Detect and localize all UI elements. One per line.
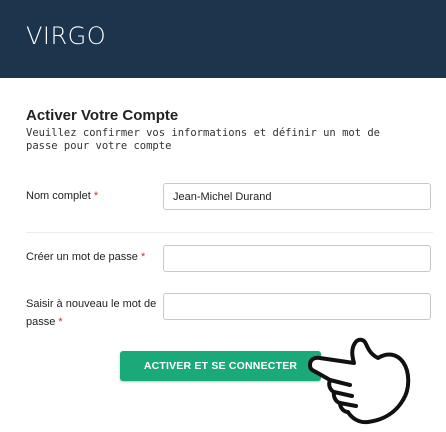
section-divider (26, 232, 433, 233)
required-marker: * (58, 316, 63, 328)
password-label-text: Créer un mot de passe (26, 251, 138, 263)
confirm-password-label-text: Saisir à nouveau le mot de passe (26, 298, 157, 328)
confirm-password-input[interactable] (163, 293, 431, 320)
confirm-password-label: Saisir à nouveau le mot de passe * (26, 295, 162, 331)
full-name-label-text: Nom complet (26, 190, 91, 202)
required-marker: * (93, 190, 99, 202)
password-input[interactable] (163, 245, 431, 272)
required-marker: * (140, 251, 146, 263)
page-subtitle: Veuillez confirmer vos informations et d… (26, 127, 381, 152)
password-label: Créer un mot de passe * (26, 248, 145, 266)
full-name-input[interactable] (163, 183, 431, 210)
pointing-hand-icon (300, 332, 420, 432)
full-name-label: Nom complet * (26, 187, 98, 205)
virgo-logo: VIRGO (26, 22, 107, 50)
page-title: Activer Votre Compte (26, 107, 179, 124)
top-bar: VIRGO (0, 0, 446, 78)
activate-and-login-button[interactable]: ACTIVER ET SE CONNECTER (120, 351, 321, 381)
